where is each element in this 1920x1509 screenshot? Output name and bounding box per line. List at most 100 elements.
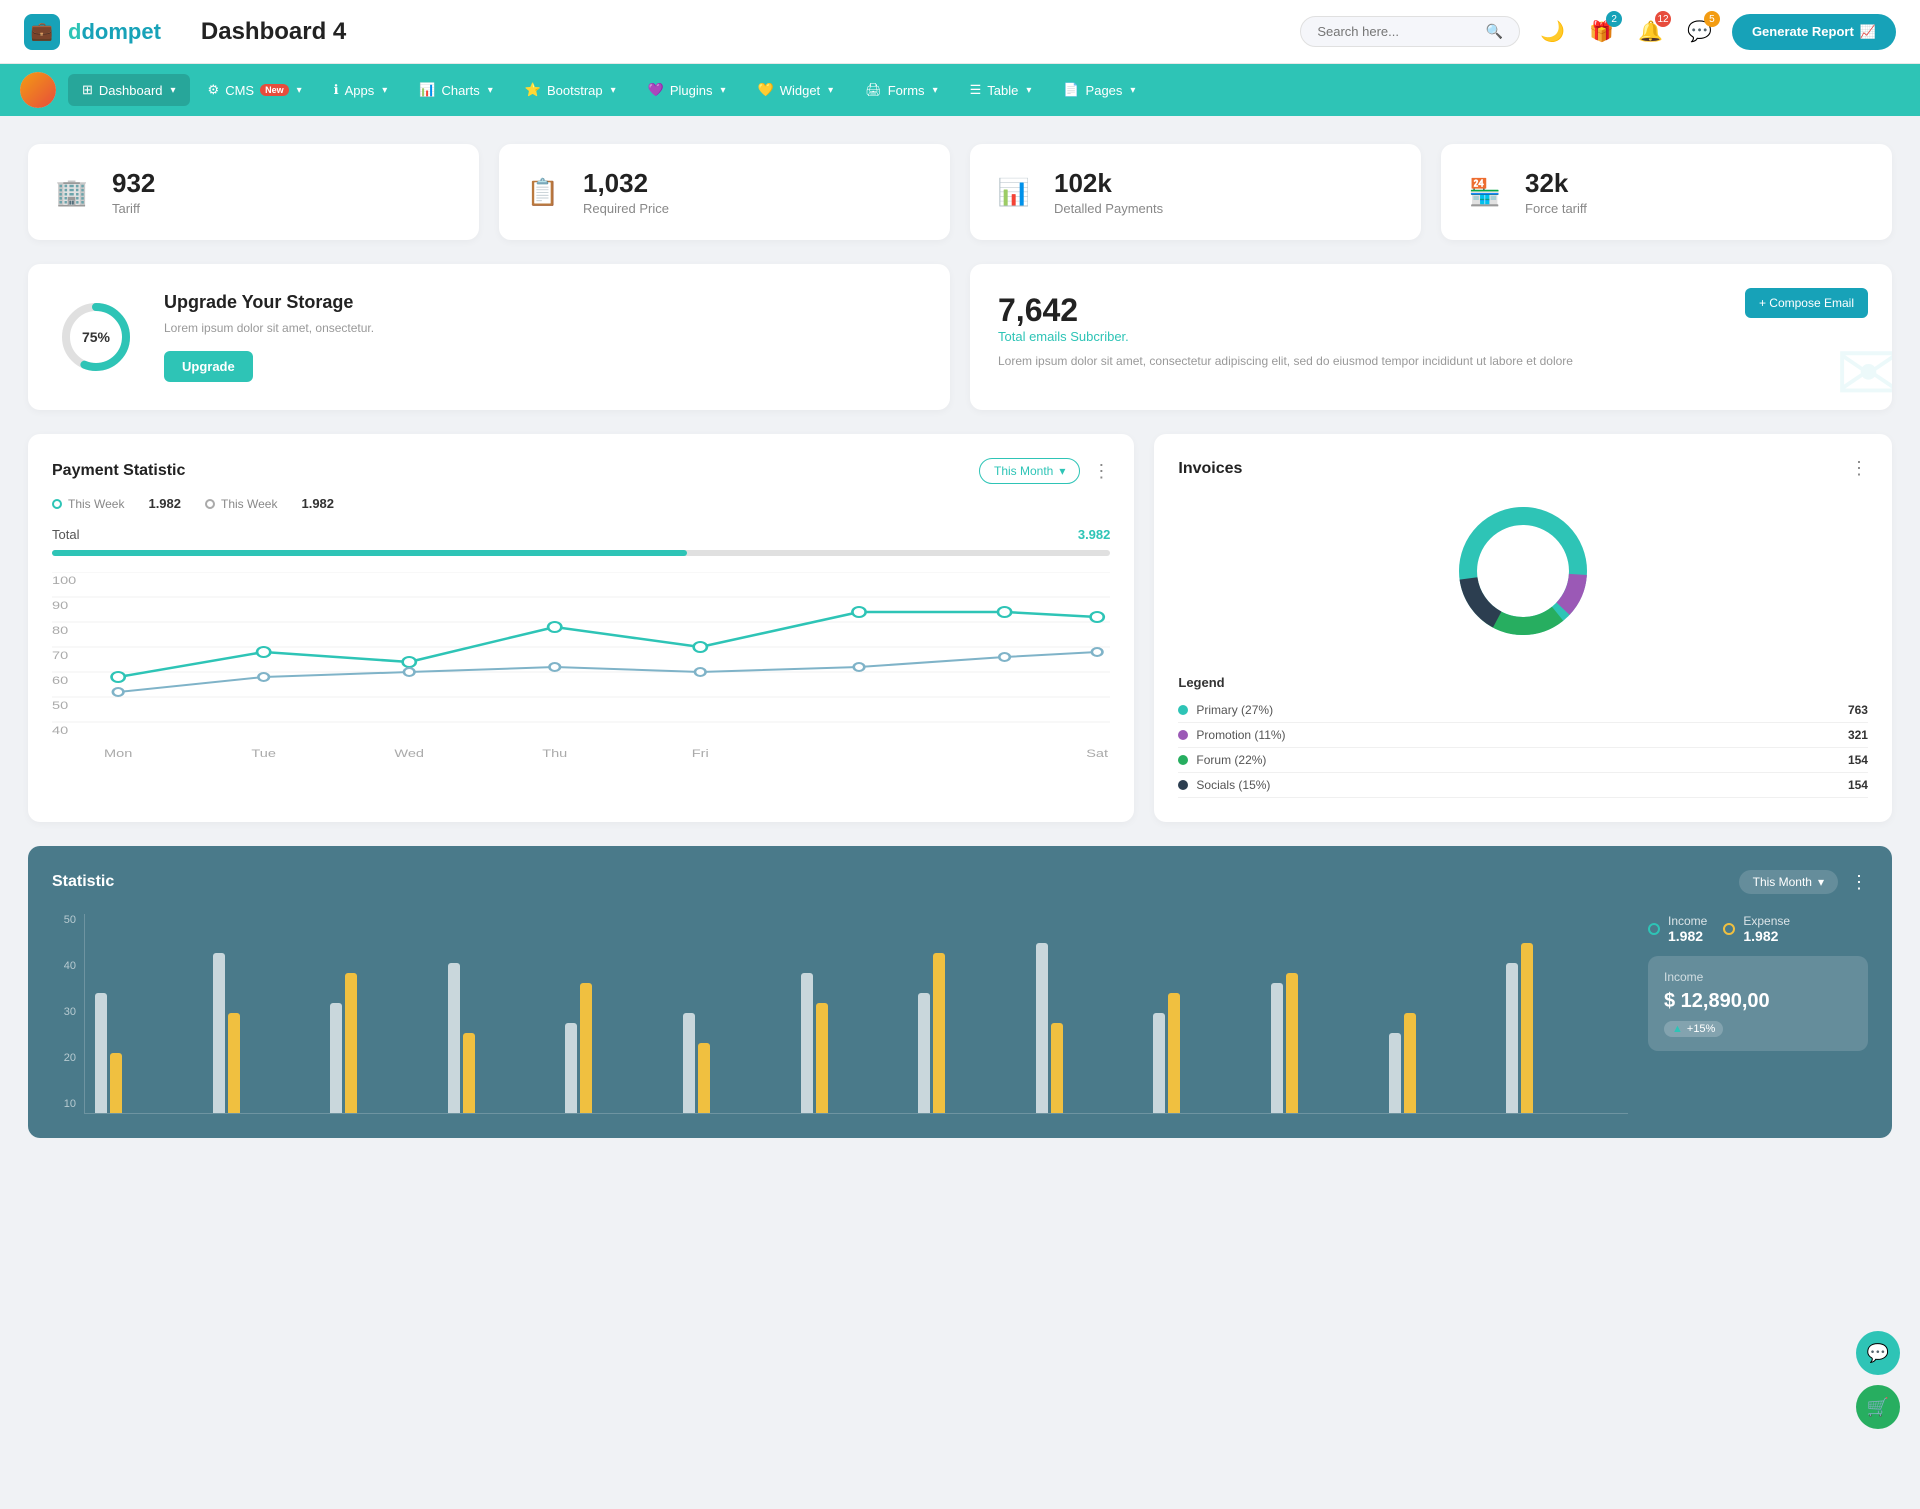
svg-text:80: 80 — [52, 624, 68, 637]
required-price-info: 1,032 Required Price — [583, 168, 669, 216]
bar-group-13 — [1506, 943, 1618, 1113]
invoices-legend: Legend Primary (27%) 763 Promotion (11%)… — [1178, 671, 1868, 798]
nav-item-apps[interactable]: ℹ Apps ▾ — [320, 74, 402, 106]
storage-ring: 75% — [56, 297, 136, 377]
svg-text:50: 50 — [52, 699, 68, 712]
nav-arrow-table: ▾ — [1026, 85, 1031, 96]
nav-label-forms: Forms — [888, 83, 925, 98]
nav-item-widget[interactable]: 💛 Widget ▾ — [744, 74, 848, 106]
widget-nav-icon: 💛 — [758, 82, 774, 98]
nav-arrow-forms: ▾ — [933, 85, 938, 96]
bar-group-8 — [918, 953, 1030, 1113]
nav-item-cms[interactable]: ⚙ CMS New ▾ — [194, 74, 316, 106]
svg-text:Wed: Wed — [394, 747, 424, 760]
bar-group-2 — [213, 953, 325, 1113]
statistic-month-select[interactable]: This Month ▾ — [1739, 870, 1838, 894]
payment-month-select[interactable]: This Month ▾ — [979, 458, 1080, 484]
invoices-title: Invoices — [1178, 460, 1242, 478]
payment-progress-bar — [52, 550, 1110, 556]
nav-item-pages[interactable]: 📄 Pages ▾ — [1049, 74, 1149, 106]
header: 💼 ddompet Dashboard 4 🔍 🌙 🎁 2 🔔 12 💬 5 G… — [0, 0, 1920, 64]
promotion-dot — [1178, 730, 1188, 740]
nav-item-table[interactable]: ☰ Table ▾ — [956, 74, 1046, 106]
payment-more-button[interactable]: ⋮ — [1092, 461, 1110, 482]
nav-avatar — [20, 72, 56, 108]
income-item: Income 1.982 — [1648, 914, 1707, 944]
legend-dot-2 — [205, 499, 215, 509]
expense-item: Expense 1.982 — [1723, 914, 1790, 944]
legend-item-1-val: 1.982 — [148, 496, 181, 511]
nav-item-dashboard[interactable]: ⊞ Dashboard ▾ — [68, 74, 190, 106]
generate-report-button[interactable]: Generate Report 📈 — [1732, 14, 1896, 50]
nav-item-forms[interactable]: 🖨 Forms ▾ — [851, 74, 951, 106]
primary-dot — [1178, 705, 1188, 715]
payment-card: Payment Statistic This Month ▾ ⋮ This We… — [28, 434, 1134, 822]
statistic-more-button[interactable]: ⋮ — [1850, 872, 1868, 893]
statistic-title: Statistic — [52, 873, 114, 891]
statistic-header: Statistic This Month ▾ ⋮ — [52, 870, 1868, 894]
storage-card: 75% Upgrade Your Storage Lorem ipsum dol… — [28, 264, 950, 410]
chat-badge: 5 — [1704, 11, 1720, 27]
nav-label-plugins: Plugins — [670, 83, 713, 98]
moon-button[interactable]: 🌙 — [1536, 15, 1569, 48]
nav-arrow-charts: ▾ — [488, 85, 493, 96]
bar-group-4 — [448, 963, 560, 1113]
header-right: 🔍 🌙 🎁 2 🔔 12 💬 5 Generate Report 📈 — [1300, 14, 1896, 50]
email-bg-icon: ✉ — [1835, 327, 1892, 410]
cart-button[interactable]: 🛒 — [1856, 1385, 1900, 1429]
logo-name: ddompet — [68, 19, 161, 45]
dashboard-nav-icon: ⊞ — [82, 82, 93, 98]
page-title: Dashboard 4 — [201, 18, 1300, 46]
chat-button[interactable]: 💬 5 — [1683, 15, 1716, 48]
search-box[interactable]: 🔍 — [1300, 16, 1520, 47]
apps-nav-icon: ℹ — [334, 82, 339, 98]
chart-row: Payment Statistic This Month ▾ ⋮ This We… — [28, 434, 1892, 822]
nav-arrow-dashboard: ▾ — [171, 85, 176, 96]
chevron-down-icon: ▾ — [1059, 464, 1065, 478]
search-input[interactable] — [1317, 24, 1478, 39]
bell-button[interactable]: 🔔 12 — [1634, 15, 1667, 48]
chart-icon: 📈 — [1860, 24, 1876, 40]
payment-total-row: Total 3.982 — [52, 527, 1110, 542]
nav-arrow-plugins: ▾ — [720, 85, 725, 96]
nav-label-dashboard: Dashboard — [99, 83, 163, 98]
nav-label-bootstrap: Bootstrap — [547, 83, 603, 98]
search-icon: 🔍 — [1486, 23, 1503, 40]
svg-text:Sat: Sat — [1086, 747, 1108, 760]
logo-icon: 💼 — [24, 14, 60, 50]
statistic-section: Statistic This Month ▾ ⋮ 50 40 30 20 — [28, 846, 1892, 1138]
socials-dot — [1178, 780, 1188, 790]
stat-card-force-tariff: 🏪 32k Force tariff — [1441, 144, 1892, 240]
email-subtitle: Total emails Subcriber. — [998, 329, 1864, 344]
svg-text:Mon: Mon — [104, 747, 132, 760]
chevron-down-icon-stat: ▾ — [1818, 875, 1824, 889]
svg-text:40: 40 — [52, 724, 68, 737]
bar-group-10 — [1153, 993, 1265, 1113]
storage-info: Upgrade Your Storage Lorem ipsum dolor s… — [164, 292, 374, 382]
nav-item-plugins[interactable]: 💜 Plugins ▾ — [634, 74, 740, 106]
legend-dot-1 — [52, 499, 62, 509]
compose-email-button[interactable]: + Compose Email — [1745, 288, 1868, 318]
legend-promotion: Promotion (11%) 321 — [1178, 723, 1868, 748]
gift-button[interactable]: 🎁 2 — [1585, 15, 1618, 48]
nav-arrow-apps: ▾ — [382, 85, 387, 96]
statistic-controls: This Month ▾ ⋮ — [1739, 870, 1868, 894]
support-button[interactable]: 💬 — [1856, 1331, 1900, 1375]
middle-row: 75% Upgrade Your Storage Lorem ipsum dol… — [28, 264, 1892, 410]
invoices-header: Invoices ⋮ — [1178, 458, 1868, 479]
payment-progress-fill — [52, 550, 687, 556]
nav-item-charts[interactable]: 📊 Charts ▾ — [405, 74, 507, 106]
ring-label: 75% — [82, 329, 110, 345]
stat-card-tariff: 🏢 932 Tariff — [28, 144, 479, 240]
income-box: Income $ 12,890,00 ▲ +15% — [1648, 956, 1868, 1051]
detalled-payments-info: 102k Detalled Payments — [1054, 168, 1163, 216]
upgrade-button[interactable]: Upgrade — [164, 351, 253, 382]
nav-item-bootstrap[interactable]: ⭐ Bootstrap ▾ — [511, 74, 630, 106]
cms-nav-icon: ⚙ — [208, 82, 220, 98]
charts-nav-icon: 📊 — [419, 82, 435, 98]
payment-chart-svg: 100 90 80 70 60 50 40 — [52, 572, 1110, 775]
nav-items: ⊞ Dashboard ▾ ⚙ CMS New ▾ ℹ Apps ▾ 📊 Cha… — [68, 74, 1149, 106]
legend-item-1: This Week — [52, 497, 124, 511]
arrow-up-icon: ▲ — [1672, 1023, 1683, 1035]
invoices-more-button[interactable]: ⋮ — [1850, 458, 1868, 479]
